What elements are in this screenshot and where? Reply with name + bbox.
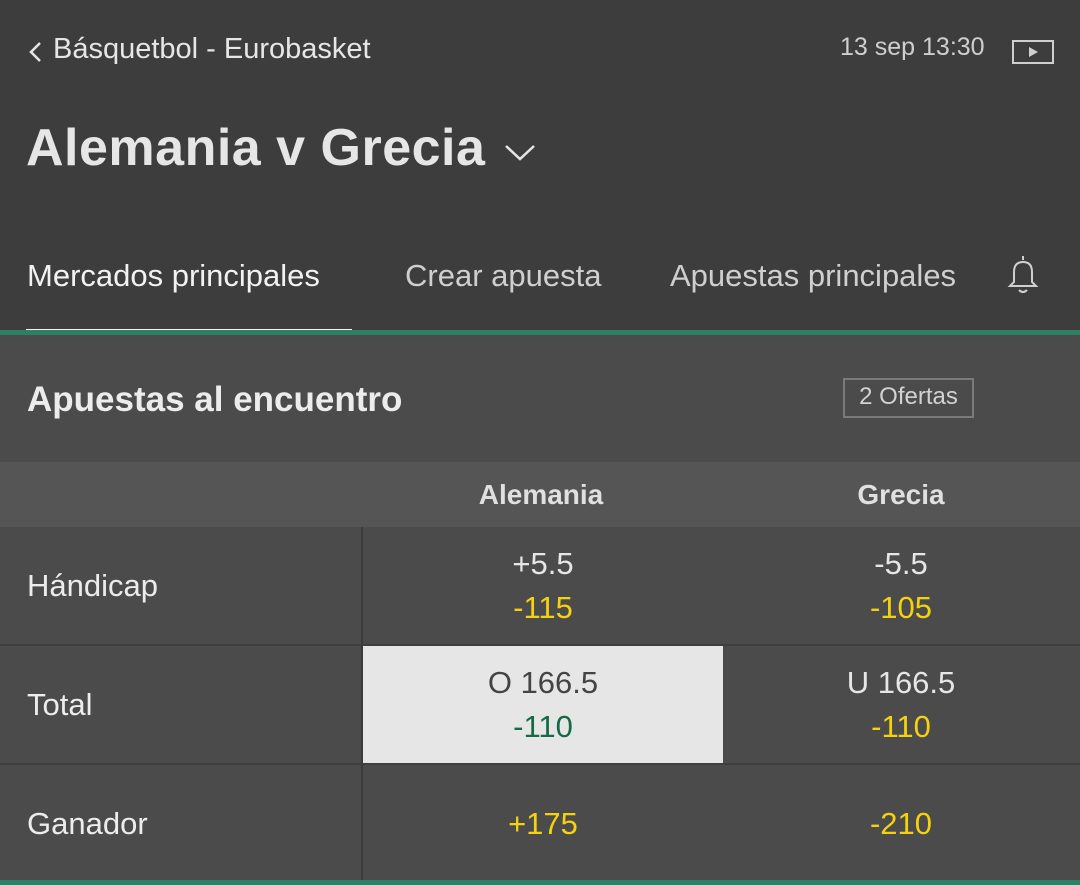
odds-value: +175 xyxy=(508,805,578,841)
chevron-down-icon[interactable] xyxy=(503,141,537,163)
event-title-selector[interactable]: Alemania v Grecia xyxy=(26,118,537,178)
column-header-grecia: Grecia xyxy=(857,479,945,510)
back-chevron-icon[interactable] xyxy=(26,40,46,64)
odds-value: -110 xyxy=(871,708,931,744)
tab-crear-apuesta[interactable]: Crear apuesta xyxy=(405,258,601,294)
odds-cell-alemania[interactable]: +5.5 -115 xyxy=(361,527,723,644)
odds-cell-over-selected[interactable]: O 166.5 -110 xyxy=(361,646,723,763)
odds-cell-under[interactable]: U 166.5 -110 xyxy=(722,646,1080,763)
odds-cell-grecia[interactable]: -210 xyxy=(722,765,1080,882)
page-title: Alemania v Grecia xyxy=(26,119,486,177)
column-header-alemania: Alemania xyxy=(478,479,604,510)
odds-value: -110 xyxy=(513,708,573,744)
divider xyxy=(0,880,1080,885)
odds-value: -105 xyxy=(869,589,933,625)
event-header: Básquetbol - Eurobasket 13 sep 13:30 Ale… xyxy=(0,0,1080,335)
event-datetime: 13 sep 13:30 xyxy=(840,33,985,61)
top-bar: Básquetbol - Eurobasket 13 sep 13:30 xyxy=(0,0,1080,100)
table-row-total: Total O 166.5 -110 U 166.5 -110 xyxy=(0,644,1080,763)
odds-cell-grecia[interactable]: -5.5 -105 xyxy=(722,527,1080,644)
offers-badge[interactable]: 2 Ofertas xyxy=(843,378,974,418)
tab-apuestas-principales[interactable]: Apuestas principales xyxy=(670,258,965,294)
odds-value: -115 xyxy=(513,589,573,625)
total-line: U 166.5 xyxy=(846,664,956,700)
row-label: Hándicap xyxy=(27,567,158,603)
odds-table: Alemania Grecia Hándicap +5.5 -115 -5.5 … xyxy=(0,462,1080,882)
table-header: Alemania Grecia xyxy=(0,462,1080,527)
odds-cell-alemania[interactable]: +175 xyxy=(361,765,723,882)
breadcrumb[interactable]: Básquetbol - Eurobasket xyxy=(53,33,371,66)
odds-value: -210 xyxy=(869,805,933,841)
table-row-handicap: Hándicap +5.5 -115 -5.5 -105 xyxy=(0,527,1080,644)
total-line: O 166.5 xyxy=(487,664,599,700)
play-icon[interactable] xyxy=(1012,40,1054,64)
handicap-line: -5.5 xyxy=(874,545,928,581)
bell-icon[interactable] xyxy=(1002,252,1044,296)
handicap-line: +5.5 xyxy=(512,545,574,581)
section-header: Apuestas al encuentro 2 Ofertas xyxy=(0,335,1080,462)
row-label: Total xyxy=(27,686,93,722)
row-label: Ganador xyxy=(27,805,148,841)
table-row-ganador: Ganador +175 -210 xyxy=(0,763,1080,882)
tab-mercados-principales[interactable]: Mercados principales xyxy=(27,258,320,294)
market-tabs: Mercados principales Crear apuesta Apues… xyxy=(0,230,1080,335)
section-title: Apuestas al encuentro xyxy=(27,380,403,419)
